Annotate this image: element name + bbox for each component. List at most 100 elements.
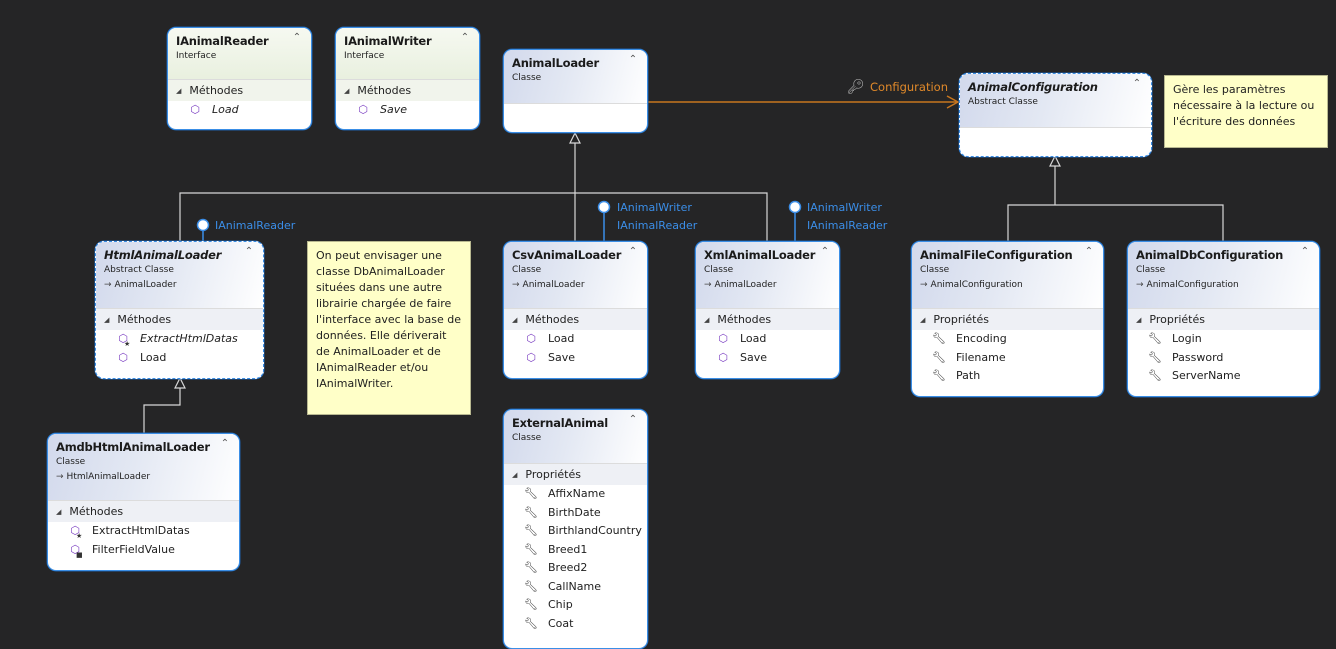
section-label: Méthodes: [69, 505, 124, 518]
inherits-arrow-icon: →: [104, 280, 112, 290]
comment-note-dbanimalloader[interactable]: On peut envisager une classe DbAnimalLoa…: [307, 241, 471, 415]
base-name: AnimalConfiguration: [1146, 280, 1239, 290]
property-wrench-icon: 🔧︎: [1148, 332, 1162, 345]
collapse-icon[interactable]: ⌃: [1131, 78, 1143, 90]
collapse-icon[interactable]: ⌃: [819, 246, 831, 258]
expand-triangle-icon: ◢: [104, 316, 110, 324]
shape-animalconfiguration[interactable]: AnimalConfiguration Abstract Classe ⌃: [959, 73, 1152, 157]
protected-method-icon: ⬡ ★: [70, 524, 83, 540]
shape-animalfileconfiguration[interactable]: AnimalFileConfiguration Classe → AnimalCo…: [911, 241, 1104, 397]
collapse-icon[interactable]: ⌃: [243, 246, 255, 258]
section-label: Propriétés: [525, 468, 581, 481]
member-item[interactable]: 🔧︎ Coat: [504, 615, 647, 634]
section-methods[interactable]: ◢ Méthodes: [696, 309, 839, 330]
interface-name: IAnimalReader: [617, 219, 698, 232]
shape-kind: Classe: [1136, 265, 1166, 275]
interface-name: IAnimalReader: [215, 219, 296, 232]
member-item[interactable]: 🔧︎ AffixName: [504, 485, 647, 504]
note-text: On peut envisager une classe DbAnimalLoa…: [316, 249, 461, 390]
member-item[interactable]: 🔧︎ BirthDate: [504, 504, 647, 523]
section-methods[interactable]: ◢ Méthodes: [168, 80, 311, 101]
member-item[interactable]: 🔧︎ Path: [912, 367, 1103, 386]
class-diagram-canvas[interactable]: 🔑︎ Configuration IAnimalReader IAnimalWr…: [0, 0, 1336, 649]
member-item[interactable]: ⬡ ★ ExtractHtmlDatas: [48, 522, 239, 541]
shape-amdbhtmlanimalloader[interactable]: AmdbHtmlAnimalLoader Classe → HtmlAnimalL…: [47, 433, 240, 571]
section-methods[interactable]: ◢ Méthodes: [336, 80, 479, 101]
member-item[interactable]: ⬡ Load: [168, 101, 311, 120]
member-item[interactable]: ⬡ ★ ExtractHtmlDatas: [96, 330, 263, 349]
shape-kind: Abstract Classe: [968, 97, 1038, 107]
association-label[interactable]: Configuration: [870, 80, 948, 94]
shape-animalloader[interactable]: AnimalLoader Classe ⌃: [503, 49, 648, 133]
lollipop-label-html: IAnimalReader: [215, 217, 295, 235]
collapse-icon[interactable]: ⌃: [627, 246, 639, 258]
member-item[interactable]: ⬡ Load: [96, 349, 263, 368]
member-name: Coat: [548, 616, 574, 630]
shape-ianimalreader[interactable]: IAnimalReader Interface ⌃ ◢ Méthodes ⬡ Loa…: [167, 27, 312, 130]
shape-title: ExternalAnimal: [512, 416, 609, 430]
member-item[interactable]: ⬡ Save: [504, 349, 647, 368]
property-wrench-icon: 🔧︎: [524, 616, 538, 630]
member-item[interactable]: 🔧︎ CallName: [504, 578, 647, 597]
shape-base-class: → AnimalConfiguration: [920, 277, 1095, 293]
member-name: AffixName: [548, 487, 606, 500]
collapse-icon[interactable]: ⌃: [1083, 246, 1095, 258]
section-label: Propriétés: [933, 313, 989, 326]
section-methods[interactable]: ◢ Méthodes: [96, 309, 263, 330]
member-name: Load: [740, 332, 767, 345]
method-icon: ⬡: [718, 350, 728, 364]
section-properties[interactable]: ◢ Propriétés: [912, 309, 1103, 330]
member-item[interactable]: 🔧︎ Encoding: [912, 330, 1103, 349]
shape-xmlanimalloader[interactable]: XmlAnimalLoader Classe → AnimalLoader ⌃ ◢…: [695, 241, 840, 379]
member-item[interactable]: 🔧︎ Password: [1128, 349, 1319, 368]
collapse-icon[interactable]: ⌃: [1299, 246, 1311, 258]
collapse-icon[interactable]: ⌃: [291, 32, 303, 44]
member-name: ServerName: [1172, 369, 1241, 382]
member-item[interactable]: 🔧︎ Breed1: [504, 541, 647, 560]
property-wrench-icon: 🔧︎: [524, 487, 538, 500]
member-item[interactable]: ⬡ Save: [696, 349, 839, 368]
member-name: Load: [548, 332, 575, 345]
shape-htmlanimalloader[interactable]: HtmlAnimalLoader Abstract Classe → Animal…: [95, 241, 264, 379]
shape-header: AnimalConfiguration Abstract Classe ⌃: [960, 74, 1151, 128]
shape-kind: Classe: [704, 265, 734, 275]
section-properties[interactable]: ◢ Propriétés: [504, 464, 647, 485]
shape-externalanimal[interactable]: ExternalAnimal Classe ⌃ ◢ Propriétés 🔧︎ Af…: [503, 409, 648, 649]
shape-csvanimalloader[interactable]: CsvAnimalLoader Classe → AnimalLoader ⌃ ◢…: [503, 241, 648, 379]
note-text: Gère les paramètres nécessaire à la lect…: [1173, 83, 1315, 128]
collapse-icon[interactable]: ⌃: [219, 438, 231, 450]
collapse-icon[interactable]: ⌃: [627, 54, 639, 66]
section-label: Méthodes: [525, 313, 580, 326]
member-item[interactable]: 🔧︎ Filename: [912, 349, 1103, 368]
inheritance-animalconfiguration: [1007, 154, 1224, 241]
member-item[interactable]: ⬡ Load: [696, 330, 839, 349]
shape-animaldbconfiguration[interactable]: AnimalDbConfiguration Classe → AnimalConf…: [1127, 241, 1320, 397]
member-item[interactable]: 🔧︎ Chip: [504, 596, 647, 615]
collapse-icon[interactable]: ⌃: [459, 32, 471, 44]
member-name: Load: [140, 350, 167, 364]
member-item[interactable]: ⬡ Save: [336, 101, 479, 120]
member-name: Save: [548, 350, 576, 364]
member-item[interactable]: ⬡ Load: [504, 330, 647, 349]
member-item[interactable]: 🔧︎ Login: [1128, 330, 1319, 349]
shape-title: CsvAnimalLoader: [512, 248, 622, 262]
expand-triangle-icon: ◢: [704, 316, 710, 324]
member-item[interactable]: ⬡ ■ FilterFieldValue: [48, 541, 239, 560]
private-method-icon: ⬡ ■: [70, 542, 83, 559]
member-item[interactable]: 🔧︎ ServerName: [1128, 367, 1319, 386]
section-methods[interactable]: ◢ Méthodes: [48, 501, 239, 522]
section-properties[interactable]: ◢ Propriétés: [1128, 309, 1319, 330]
inherits-arrow-icon: →: [704, 280, 712, 290]
shape-title: IAnimalWriter: [344, 34, 432, 48]
shape-ianimalwriter[interactable]: IAnimalWriter Interface ⌃ ◢ Méthodes ⬡ Sav…: [335, 27, 480, 130]
property-wrench-icon: 🔧︎: [524, 579, 538, 593]
comment-note-config[interactable]: Gère les paramètres nécessaire à la lect…: [1164, 75, 1328, 148]
shape-header: AnimalLoader Classe ⌃: [504, 50, 647, 104]
member-item[interactable]: 🔧︎ BirthlandCountry: [504, 522, 647, 541]
collapse-icon[interactable]: ⌃: [627, 414, 639, 426]
interface-name: IAnimalWriter: [617, 201, 692, 214]
member-item[interactable]: 🔧︎ Breed2: [504, 559, 647, 578]
shape-kind: Classe: [512, 265, 542, 275]
method-icon: ⬡: [526, 332, 536, 345]
section-methods[interactable]: ◢ Méthodes: [504, 309, 647, 330]
